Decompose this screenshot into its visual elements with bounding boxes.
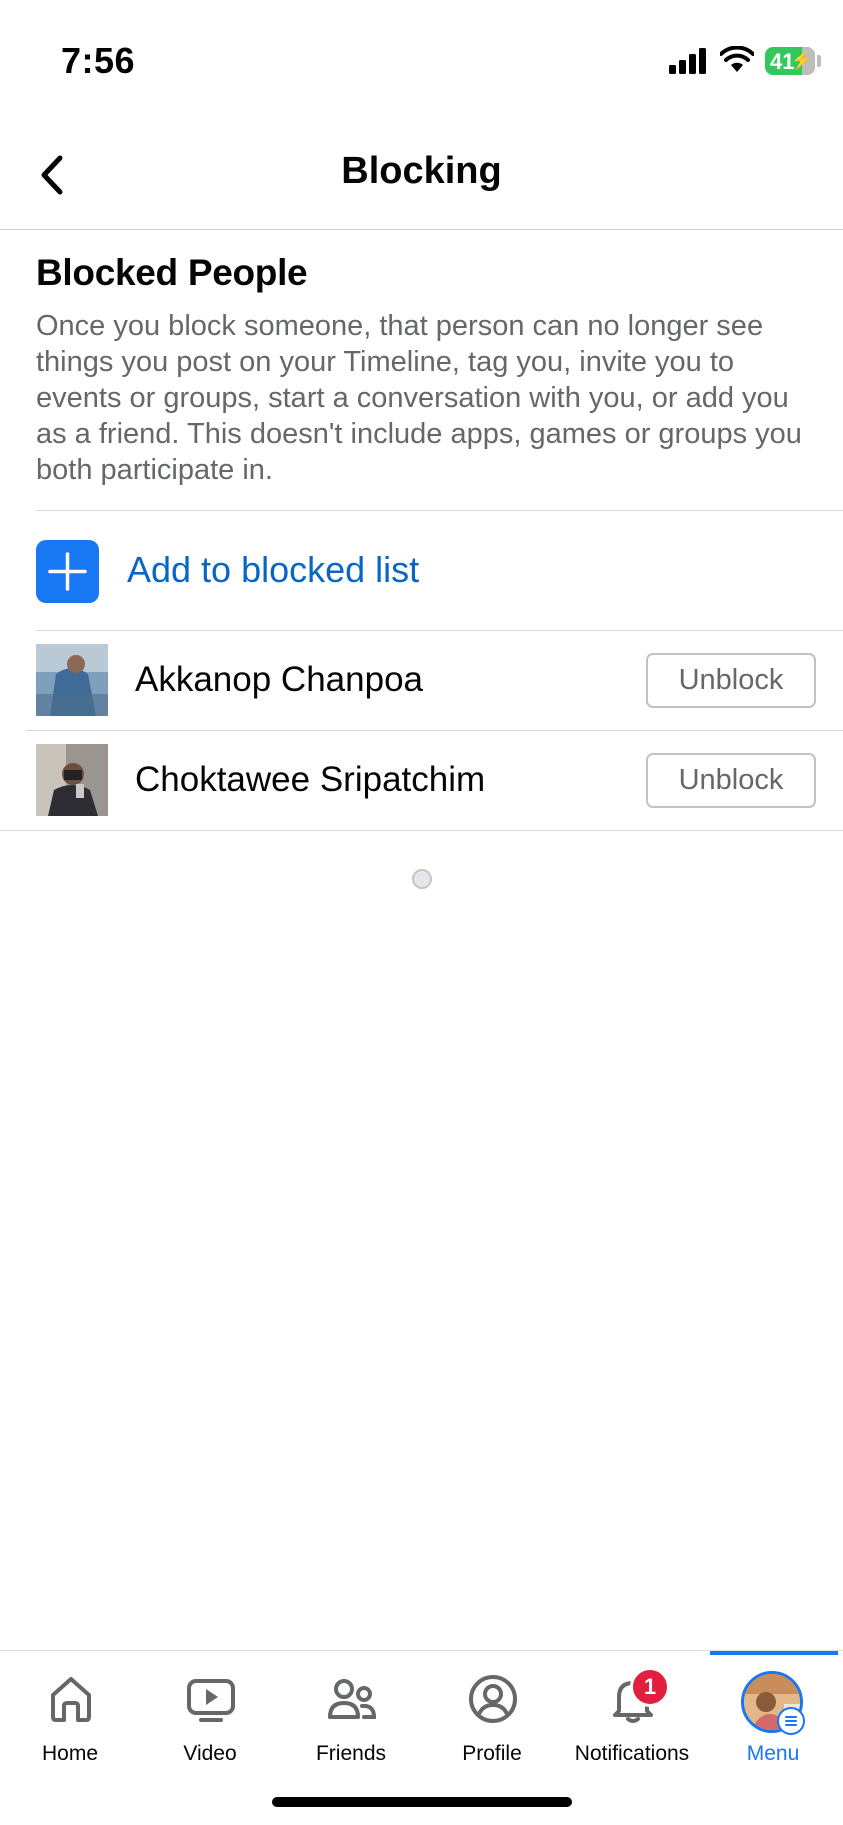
hamburger-icon — [777, 1707, 805, 1735]
home-indicator — [272, 1797, 572, 1807]
nav-label-home: Home — [41, 1742, 99, 1765]
avatar — [36, 644, 108, 716]
home-icon — [51, 1677, 91, 1722]
plus-icon[interactable] — [36, 540, 99, 603]
nav-label-video: Video — [183, 1742, 237, 1765]
avatar — [36, 744, 108, 816]
battery-icon: 41 ⚡ — [765, 47, 815, 75]
nav-item-friends[interactable]: Friends — [281, 1651, 421, 1781]
nav-item-notifications[interactable]: Notifications — [562, 1651, 702, 1781]
nav-label-notifications: Notifications — [574, 1742, 690, 1765]
blocking-screen: 7:56 41 ⚡ Blocking Blocked People Once y… — [0, 0, 843, 1825]
nav-item-home[interactable]: Home — [0, 1651, 140, 1781]
unblock-button[interactable]: Unblock — [646, 753, 816, 808]
cellular-signal-icon — [669, 48, 706, 74]
section-description: Once you block someone, that person can … — [36, 310, 802, 486]
charging-bolt-icon: ⚡ — [790, 50, 813, 70]
blocked-person-row: Choktawee Sripatchim Unblock — [0, 731, 843, 830]
blocked-person-row: Akkanop Chanpoa Unblock — [0, 631, 843, 730]
nav-item-profile[interactable]: Profile — [422, 1651, 562, 1781]
wifi-icon — [720, 46, 754, 72]
add-to-blocked-list-label[interactable]: Add to blocked list — [127, 549, 419, 591]
blocked-person-name: Choktawee Sripatchim — [135, 760, 486, 799]
loading-spinner — [412, 869, 432, 889]
status-bar: 7:56 41 ⚡ — [0, 0, 843, 120]
page-header: Blocking — [0, 120, 843, 230]
status-time: 7:56 — [61, 40, 136, 81]
page-title: Blocking — [341, 150, 502, 192]
friends-icon — [328, 1679, 377, 1719]
divider — [0, 830, 843, 831]
blocked-person-name: Akkanop Chanpoa — [135, 660, 423, 699]
profile-icon — [469, 1675, 517, 1723]
add-to-blocked-list-row[interactable]: Add to blocked list — [0, 511, 843, 630]
video-icon — [187, 1679, 235, 1722]
nav-item-video[interactable]: Video — [140, 1651, 280, 1781]
section-title: Blocked People — [36, 252, 308, 293]
nav-label-profile: Profile — [462, 1742, 522, 1765]
unblock-button[interactable]: Unblock — [646, 653, 816, 708]
nav-label-friends: Friends — [315, 1742, 387, 1765]
nav-label-menu: Menu — [746, 1742, 800, 1765]
notification-badge: 1 — [630, 1667, 670, 1707]
battery-tip — [817, 55, 821, 67]
